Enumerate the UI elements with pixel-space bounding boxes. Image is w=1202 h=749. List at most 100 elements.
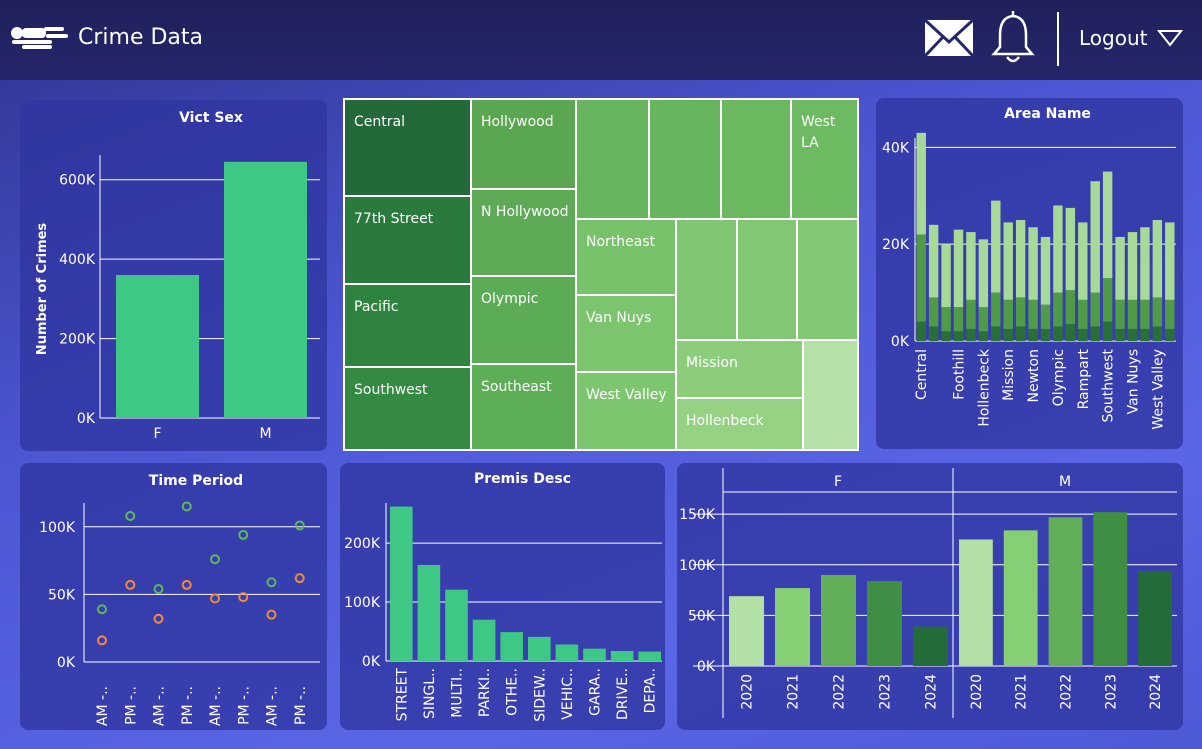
data-point — [125, 510, 136, 521]
bell-icon[interactable] — [990, 7, 1036, 67]
bar-segment-olympic — [1053, 326, 1063, 341]
treemap-cell[interactable] — [721, 99, 791, 219]
header-bar: Crime Data Logout — [0, 0, 1202, 80]
logout-label: Logout — [1079, 26, 1148, 50]
treemap-label: Hollenbeck — [686, 413, 764, 429]
treemap-label: 77th Street — [354, 211, 434, 227]
treemap-cell[interactable] — [803, 340, 858, 450]
treemap-label: Central — [354, 114, 405, 130]
x-tick-label: 2020 — [740, 674, 756, 710]
treemap-label: Van Nuys — [586, 310, 652, 326]
sex-year-panel: 0K 50K 100K 150K F 2020 2021 2022 2023 2024 M 2020 2… — [677, 463, 1183, 730]
treemap-label: Northeast — [586, 234, 656, 250]
bar-segment-olympic — [1053, 292, 1063, 327]
data-point — [181, 579, 192, 590]
x-tick-label: 3 AM -.. — [95, 686, 111, 730]
y-tick-label: 0K — [891, 334, 910, 350]
logout-button[interactable]: Logout — [1079, 26, 1184, 50]
data-point — [97, 604, 107, 615]
treemap-cell-mission[interactable]: Mission — [676, 340, 803, 398]
bar-segment-west-la — [1140, 299, 1150, 329]
bar-segment-central — [916, 132, 926, 235]
x-tick-label: GARA.. — [588, 668, 604, 716]
bar-segment-west-valley — [1152, 297, 1163, 327]
treemap-cell-northeast[interactable]: Northeast — [576, 219, 676, 295]
x-tick-label: 9 PM -.. — [236, 686, 252, 730]
bar-segment-n-hollywood — [1015, 297, 1026, 327]
treemap-cell[interactable] — [737, 219, 797, 340]
bar-f-2021 — [775, 588, 810, 666]
treemap-cell[interactable] — [797, 219, 858, 340]
bar-sidew — [528, 636, 551, 661]
brand[interactable]: Crime Data — [8, 22, 203, 52]
treemap-cell-77th-street[interactable]: 77th Street — [344, 196, 471, 284]
bar-parki — [472, 619, 496, 661]
treemap-cell-pacific[interactable]: Pacific — [344, 284, 471, 367]
treemap-cell-southwest[interactable]: Southwest — [344, 367, 471, 450]
bar-segment-n-hollywood — [1015, 219, 1026, 298]
bar-segment-harbor — [966, 299, 976, 329]
chevron-down-icon[interactable] — [1157, 29, 1184, 47]
treemap-cell-central[interactable]: Central — [344, 99, 471, 196]
treemap-label: Olympic — [481, 291, 539, 307]
bar-othe — [500, 632, 523, 661]
bar-singl — [417, 564, 441, 661]
treemap-cell[interactable] — [576, 99, 649, 219]
mail-icon[interactable] — [923, 18, 975, 58]
bar-segment-van-nuys — [1127, 299, 1138, 329]
treemap-cell-southeast[interactable]: Southeast — [471, 364, 576, 450]
x-tick-label: 9 AM -.. — [208, 686, 224, 730]
treemap-cell[interactable] — [676, 219, 737, 340]
treemap-cell-west-valley[interactable]: West Valley — [576, 372, 676, 450]
bar-m-2022 — [1048, 517, 1083, 666]
x-tick-label: M — [259, 426, 271, 442]
x-tick-label: OTHE.. — [505, 668, 521, 716]
y-tick-label: 40K — [882, 140, 910, 156]
bar-f-2022 — [821, 574, 856, 666]
x-tick-label: 12 PM -.. — [293, 686, 309, 730]
bar-segment-mission — [1003, 299, 1013, 329]
bar-segment-hollenbeck — [978, 239, 989, 308]
treemap-cell-olympic[interactable]: Olympic — [471, 276, 576, 364]
treemap-cell-n-hollywood[interactable]: N Hollywood — [471, 189, 576, 276]
x-tick-label: West Valley — [1150, 349, 1166, 430]
x-tick-label: VEHIC.. — [560, 668, 576, 720]
bar-segment-west-valley — [1152, 326, 1163, 341]
treemap-cell-van-nuys[interactable]: Van Nuys — [576, 295, 676, 372]
bar-segment-wilshire — [1165, 328, 1175, 341]
x-tick-label: STREET — [394, 668, 410, 722]
bar-gara — [583, 648, 606, 661]
bar-segment-harbor — [966, 232, 976, 300]
treemap-body: Central 77th Street Pacific Southwest Hollyw… — [344, 99, 858, 450]
x-tick-label: Van Nuys — [1126, 349, 1142, 414]
data-point — [266, 577, 277, 588]
treemap-cell-west-la[interactable]: West LA — [791, 99, 858, 219]
treemap-cell-hollenbeck[interactable]: Hollenbeck — [676, 398, 803, 450]
bar-depa — [638, 651, 661, 661]
data-point — [125, 579, 136, 590]
facet-label-f: F — [834, 474, 842, 490]
data-point — [294, 573, 305, 584]
y-tick-label: 100K — [679, 558, 716, 574]
bar-f-2024 — [913, 626, 948, 666]
bar-segment-west-la — [1140, 328, 1150, 341]
bar-segment-77th-street — [928, 297, 939, 327]
data-point — [153, 583, 164, 594]
data-point — [97, 635, 107, 646]
bar-segment-devonshire — [941, 307, 951, 332]
bar-segment-wilshire — [1165, 299, 1175, 329]
bar-segment-newton — [1028, 328, 1038, 341]
bar-f-2020 — [729, 596, 764, 666]
bar-segment-pacific — [1065, 324, 1076, 341]
sex-year-chart: 0K 50K 100K 150K F 2020 2021 2022 2023 2024 M 2020 2… — [679, 468, 1177, 718]
x-tick-label: Foothill — [952, 349, 968, 400]
x-tick-label: 2024 — [924, 674, 940, 710]
data-point — [153, 613, 164, 624]
y-tick-label: 600K — [59, 173, 96, 189]
y-tick-label: 50K — [688, 608, 716, 624]
time-period-panel: Time Period 0K 50K 100K 3 AM -.. 3 PM -.. 6 A… — [20, 463, 327, 730]
bar-segment-mission — [1003, 328, 1013, 341]
x-tick-label: 2022 — [1059, 674, 1075, 710]
treemap-cell[interactable] — [649, 99, 721, 219]
treemap-cell-hollywood[interactable]: Hollywood — [471, 99, 576, 189]
